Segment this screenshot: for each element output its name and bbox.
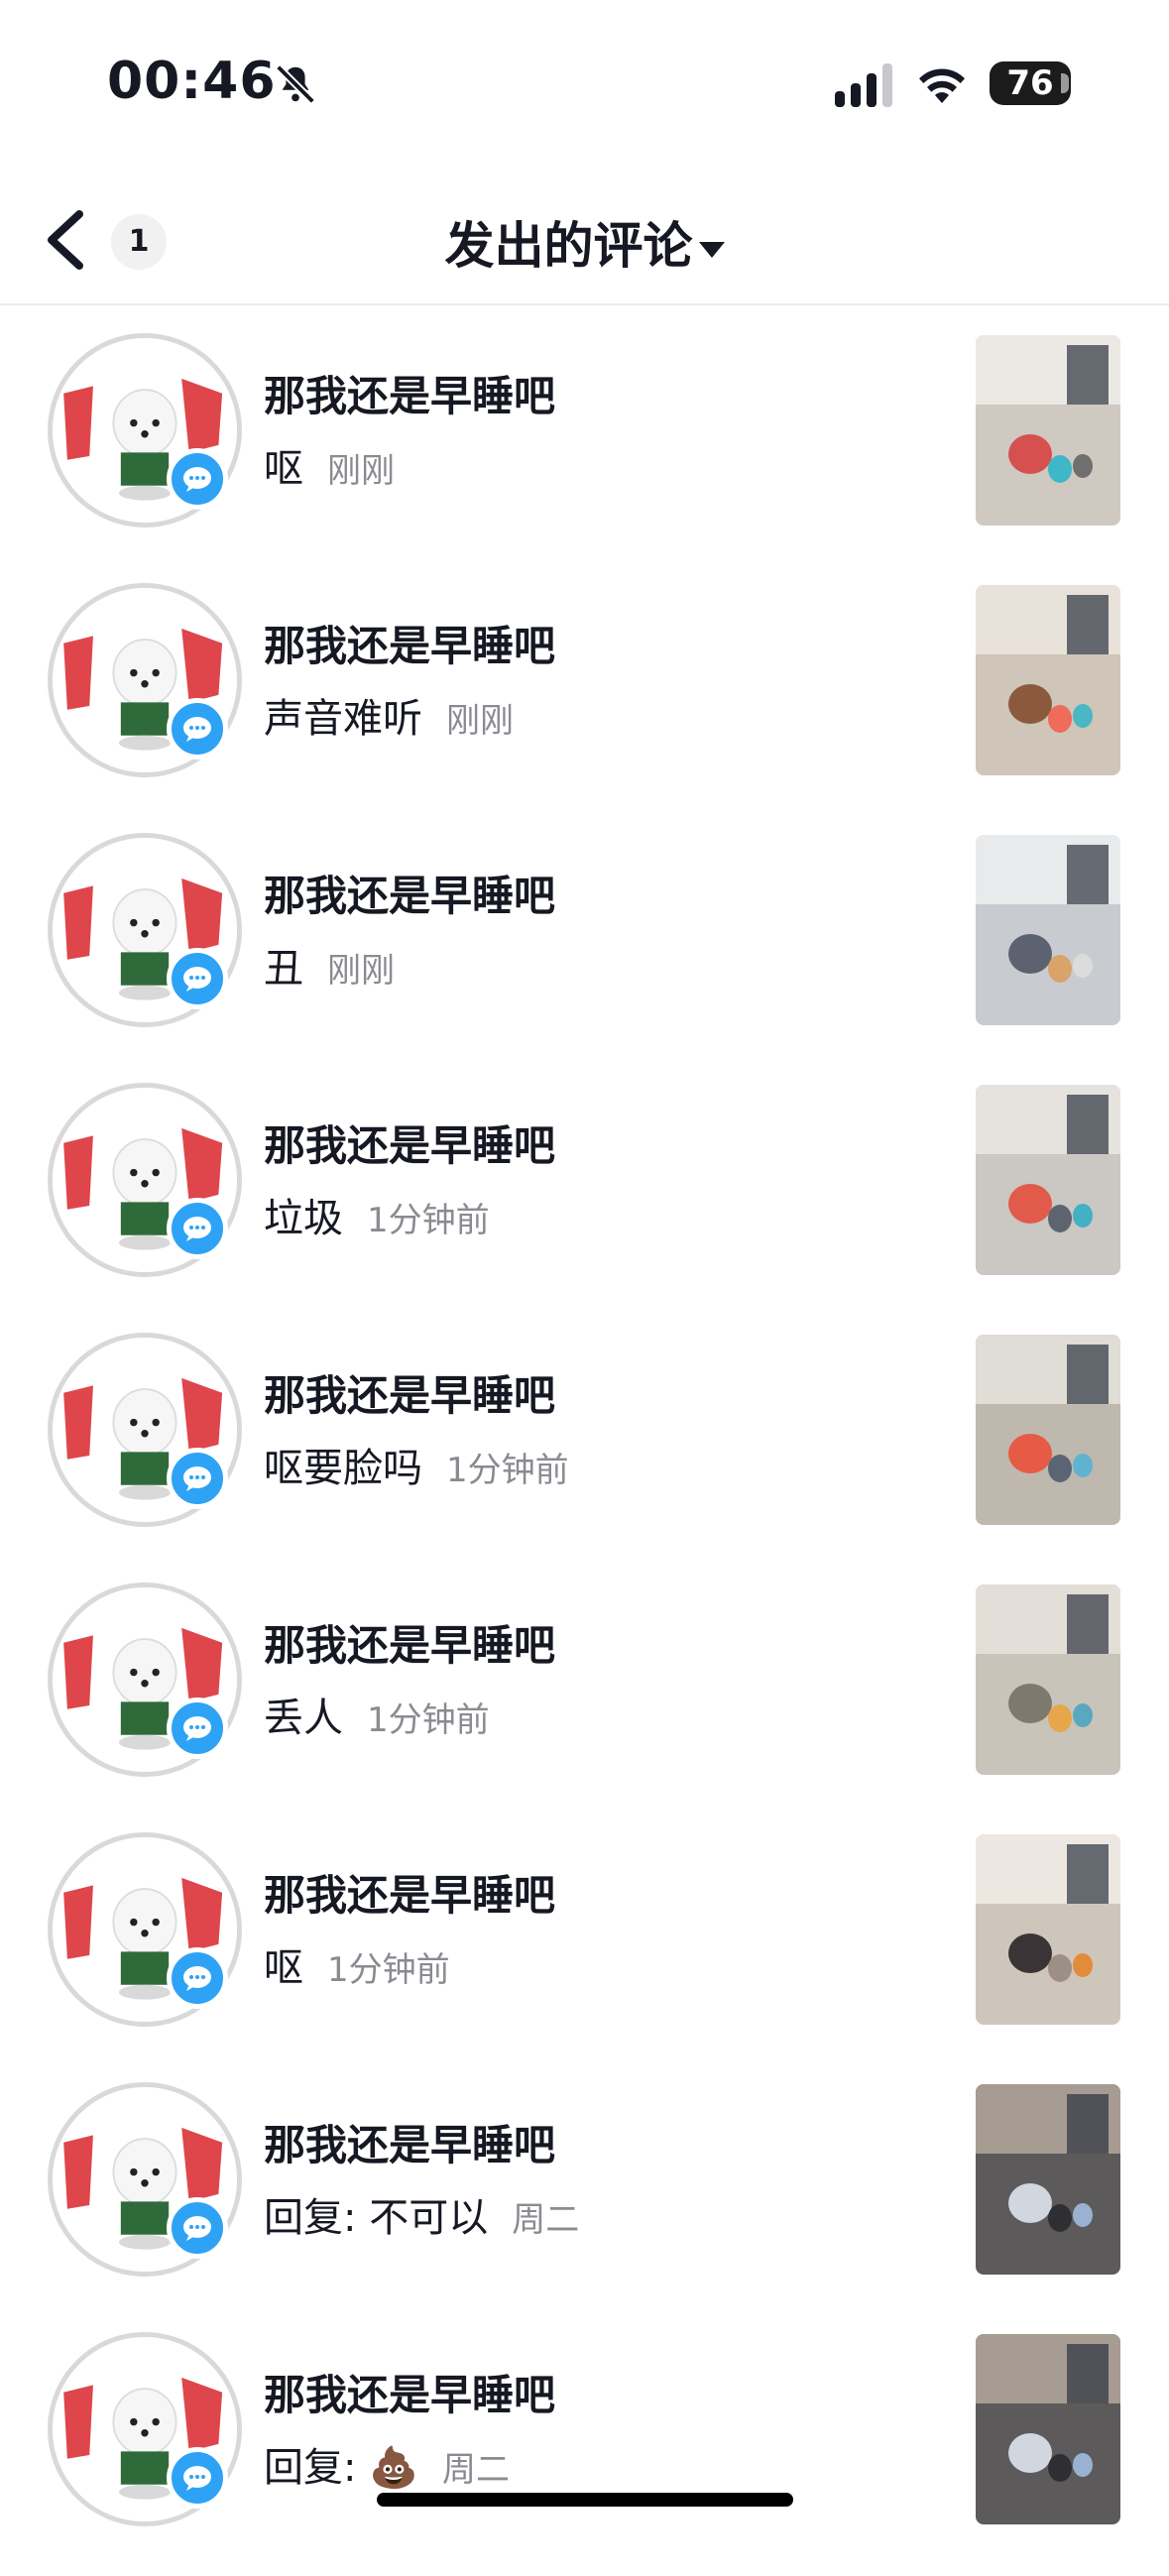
comment-bubble-icon bbox=[167, 1198, 228, 1259]
comment-bubble-icon bbox=[167, 1947, 228, 2009]
video-thumbnail[interactable] bbox=[976, 1085, 1120, 1275]
comment-text: 声音难听 bbox=[264, 696, 422, 742]
comment-list: 那我还是早睡吧 呕刚刚 那我还是早睡吧 声音难听 刚刚 那我还是早睡吧 丑 刚刚… bbox=[0, 327, 1169, 2576]
video-thumbnail[interactable] bbox=[976, 2334, 1120, 2524]
status-time: 00:46 bbox=[107, 52, 277, 111]
battery-icon: 76 bbox=[990, 61, 1071, 105]
video-author-name: 那我还是早睡吧 bbox=[264, 872, 556, 920]
video-author-name: 那我还是早睡吧 bbox=[264, 1121, 556, 1170]
comment-bubble-icon bbox=[167, 1698, 228, 1759]
video-thumbnail[interactable] bbox=[976, 2084, 1120, 2275]
wifi-icon bbox=[919, 68, 965, 103]
comment-timestamp: 刚刚 bbox=[446, 701, 514, 741]
comment-bubble-icon bbox=[167, 1448, 228, 1509]
comment-row[interactable]: 那我还是早睡吧 回复: 不可以 周二 bbox=[0, 2076, 1169, 2326]
comment-line: 回复: 不可以 周二 bbox=[264, 2185, 579, 2243]
video-author-name: 那我还是早睡吧 bbox=[264, 2121, 556, 2169]
comment-bubble-icon bbox=[167, 448, 228, 510]
comment-text: 呕 bbox=[264, 446, 303, 492]
cellular-signal-icon bbox=[835, 63, 892, 107]
page-title-dropdown[interactable]: 发出的评论 bbox=[0, 206, 1169, 278]
comment-bubble-icon bbox=[167, 2447, 228, 2509]
comment-line: 丑刚刚 bbox=[264, 936, 395, 994]
comment-text: 呕 bbox=[264, 1945, 303, 1991]
comment-bubble-icon bbox=[167, 698, 228, 760]
comment-timestamp: 周二 bbox=[512, 2200, 580, 2240]
comment-timestamp: 刚刚 bbox=[327, 451, 395, 491]
comment-row[interactable]: 那我还是早睡吧 垃圾 1分钟前 bbox=[0, 1077, 1169, 1327]
comment-line: 回复: 💩 周二 bbox=[264, 2435, 510, 2493]
comment-line: 丢人 1分钟前 bbox=[264, 1686, 490, 1743]
caret-down-icon bbox=[698, 241, 725, 258]
comment-bubble-icon bbox=[167, 948, 228, 1009]
comment-timestamp: 周二 bbox=[442, 2450, 510, 2490]
comment-timestamp: 1分钟前 bbox=[446, 1451, 569, 1490]
comment-row[interactable]: 那我还是早睡吧 回复: 💩 周二 bbox=[0, 2326, 1169, 2576]
comment-row[interactable]: 那我还是早睡吧 声音难听 刚刚 bbox=[0, 577, 1169, 827]
comment-row[interactable]: 那我还是早睡吧 呕刚刚 bbox=[0, 327, 1169, 577]
comment-text: 垃圾 bbox=[264, 1196, 343, 1241]
comment-line: 垃圾 1分钟前 bbox=[264, 1186, 490, 1243]
comment-row[interactable]: 那我还是早睡吧 丢人 1分钟前 bbox=[0, 1577, 1169, 1826]
video-thumbnail[interactable] bbox=[976, 1834, 1120, 2025]
comment-line: 呕 1分钟前 bbox=[264, 1935, 450, 1993]
comment-timestamp: 1分钟前 bbox=[327, 1950, 450, 1990]
video-author-name: 那我还是早睡吧 bbox=[264, 622, 556, 670]
video-author-name: 那我还是早睡吧 bbox=[264, 2371, 556, 2419]
comment-text: 丑 bbox=[264, 946, 303, 992]
video-author-name: 那我还是早睡吧 bbox=[264, 1871, 556, 1920]
status-bar: 00:46 76 bbox=[0, 0, 1169, 159]
video-thumbnail[interactable] bbox=[976, 335, 1120, 526]
comment-row[interactable]: 那我还是早睡吧 丑刚刚 bbox=[0, 827, 1169, 1077]
comment-timestamp: 1分钟前 bbox=[367, 1201, 490, 1240]
video-thumbnail[interactable] bbox=[976, 585, 1120, 775]
comment-line: 呕刚刚 bbox=[264, 436, 395, 494]
video-thumbnail[interactable] bbox=[976, 1584, 1120, 1775]
nav-header: 1 发出的评论 bbox=[0, 178, 1169, 305]
comment-row[interactable]: 那我还是早睡吧 呕要脸吗 1分钟前 bbox=[0, 1327, 1169, 1577]
video-author-name: 那我还是早睡吧 bbox=[264, 1371, 556, 1420]
comment-text: 丢人 bbox=[264, 1696, 343, 1741]
video-author-name: 那我还是早睡吧 bbox=[264, 1621, 556, 1670]
home-indicator bbox=[377, 2493, 793, 2507]
comment-bubble-icon bbox=[167, 2197, 228, 2259]
comment-row[interactable]: 那我还是早睡吧 呕 1分钟前 bbox=[0, 1826, 1169, 2076]
video-author-name: 那我还是早睡吧 bbox=[264, 372, 556, 420]
video-thumbnail[interactable] bbox=[976, 835, 1120, 1025]
page-title: 发出的评论 bbox=[444, 217, 693, 275]
comment-line: 声音难听 刚刚 bbox=[264, 686, 514, 744]
comment-line: 呕要脸吗 1分钟前 bbox=[264, 1436, 569, 1493]
comment-text: 回复: 💩 bbox=[264, 2445, 418, 2491]
bell-muted-icon bbox=[276, 64, 315, 104]
comment-text: 回复: 不可以 bbox=[264, 2195, 489, 2241]
battery-tip bbox=[1061, 73, 1069, 93]
comment-timestamp: 刚刚 bbox=[327, 951, 395, 991]
comment-text: 呕要脸吗 bbox=[264, 1446, 422, 1491]
comment-timestamp: 1分钟前 bbox=[367, 1700, 490, 1740]
video-thumbnail[interactable] bbox=[976, 1335, 1120, 1525]
